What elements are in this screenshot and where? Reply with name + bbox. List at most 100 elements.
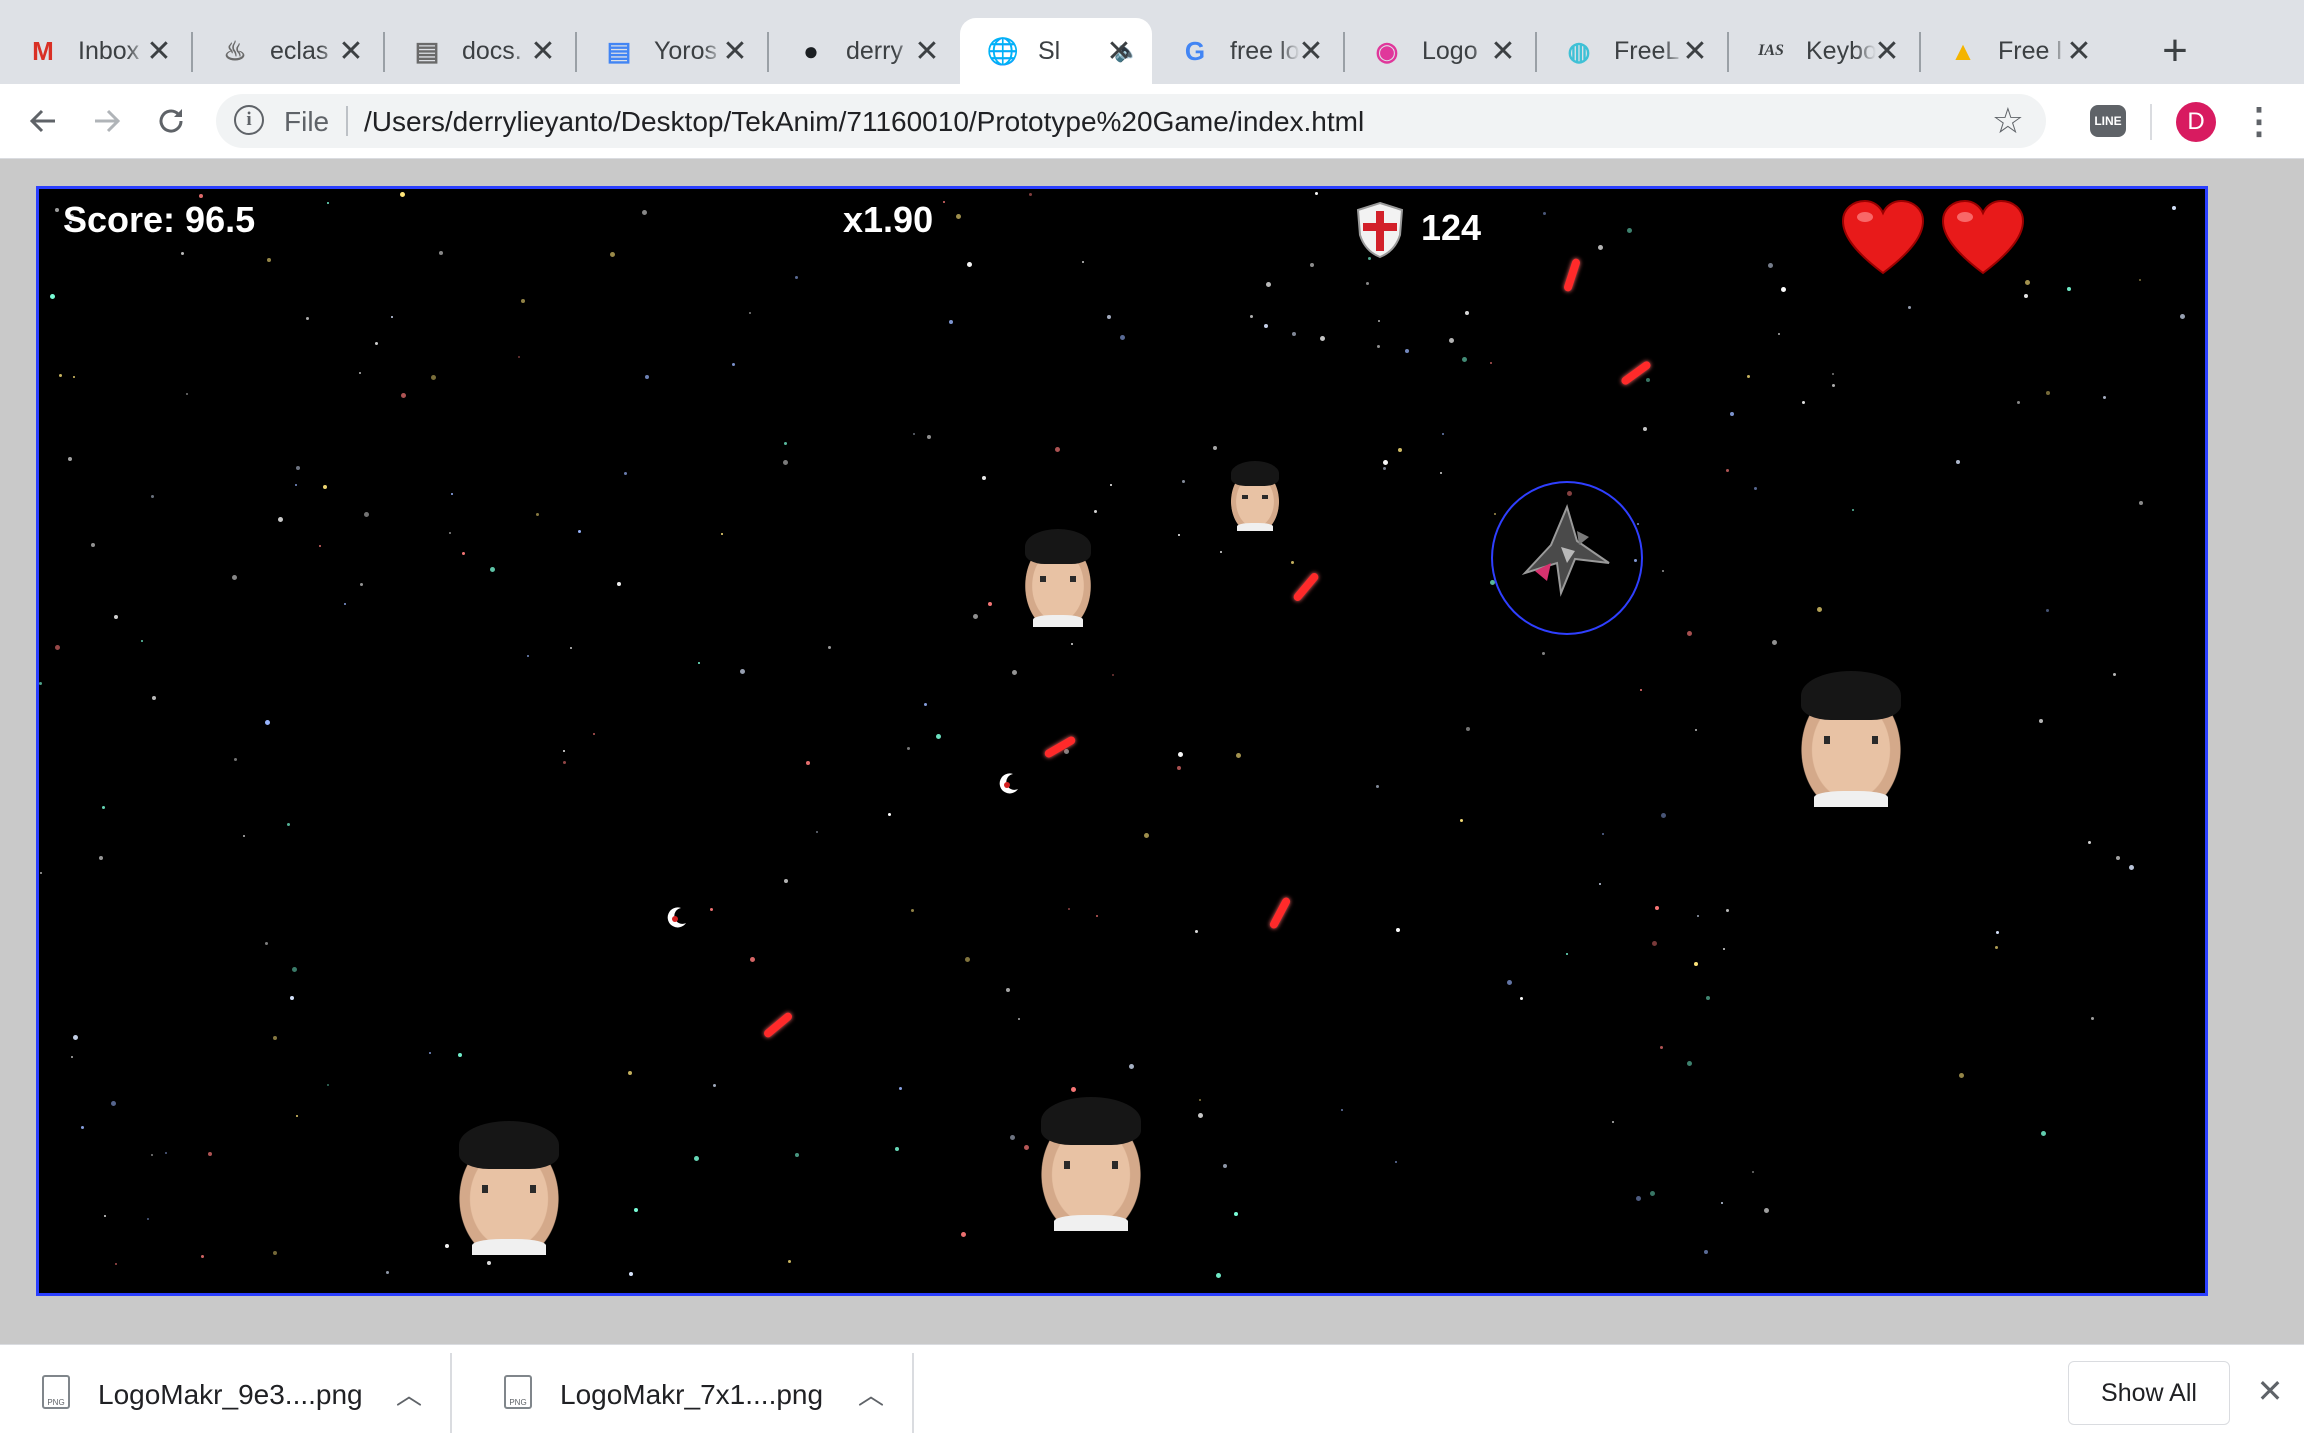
star bbox=[624, 472, 627, 475]
enemy-face bbox=[1789, 671, 1913, 808]
url-text[interactable]: /Users/derrylieyanto/Desktop/TekAnim/711… bbox=[364, 106, 1364, 138]
tab-sl[interactable]: 🌐 Sl 🔈 ✕ bbox=[960, 18, 1152, 84]
star bbox=[439, 251, 443, 255]
star bbox=[1754, 487, 1757, 490]
close-icon[interactable]: ✕ bbox=[2064, 35, 2094, 68]
star bbox=[527, 655, 529, 657]
close-icon[interactable]: ✕ bbox=[720, 35, 750, 68]
tab-derry[interactable]: ● derry ✕ bbox=[768, 18, 960, 84]
chevron-up-icon[interactable]: ︿ bbox=[858, 1375, 884, 1412]
tab-separator bbox=[1919, 32, 1921, 72]
enemy-face bbox=[1017, 529, 1099, 627]
tab-logo[interactable]: ◉ Logo ✕ bbox=[1344, 18, 1536, 84]
site-info-icon[interactable]: i bbox=[234, 105, 264, 135]
star bbox=[961, 1232, 966, 1237]
star bbox=[694, 1156, 699, 1161]
star bbox=[1006, 988, 1010, 992]
star bbox=[401, 393, 406, 398]
line-extension-icon[interactable]: LINE bbox=[2090, 105, 2126, 137]
star bbox=[927, 435, 931, 439]
close-icon[interactable]: ✕ bbox=[336, 35, 366, 68]
freelogodesign-icon: ◍ bbox=[1567, 35, 1591, 66]
star bbox=[152, 696, 156, 700]
close-icon[interactable]: ✕ bbox=[2250, 1371, 2290, 1411]
arrow-right-icon bbox=[95, 109, 121, 133]
show-all-button[interactable]: Show All bbox=[2068, 1361, 2230, 1425]
star bbox=[273, 1251, 277, 1255]
star bbox=[2017, 401, 2020, 404]
game-canvas[interactable]: Score: 96.5 x1.90 124 bbox=[36, 186, 2208, 1296]
toolbar-separator bbox=[2150, 104, 2152, 140]
close-icon[interactable]: ✕ bbox=[1680, 35, 1710, 68]
star bbox=[1082, 261, 1084, 263]
tab-free-l[interactable]: ▲ Free l ✕ bbox=[1920, 18, 2112, 84]
tab-separator bbox=[1343, 32, 1345, 72]
star bbox=[749, 312, 751, 314]
download-filename: LogoMakr_7x1....png bbox=[560, 1379, 824, 1410]
star bbox=[1995, 946, 1998, 949]
tab-yoros[interactable]: ▤ Yoros ✕ bbox=[576, 18, 768, 84]
tab-free-lo[interactable]: Gfree lo ✕ bbox=[1152, 18, 1344, 84]
tab-inbox[interactable]: M Inbox ✕ bbox=[0, 18, 192, 84]
close-icon[interactable]: ✕ bbox=[1488, 35, 1518, 68]
close-icon[interactable]: ✕ bbox=[144, 35, 174, 68]
browser-toolbar: i File /Users/derrylieyanto/Desktop/TekA… bbox=[0, 84, 2304, 159]
tab-title: eclas bbox=[270, 36, 329, 65]
star bbox=[1465, 311, 1469, 315]
tab-freel[interactable]: ◍ FreeL ✕ bbox=[1536, 18, 1728, 84]
star bbox=[1721, 1202, 1723, 1204]
star bbox=[319, 545, 321, 547]
star bbox=[1460, 819, 1463, 822]
star bbox=[1055, 447, 1060, 452]
back-button[interactable] bbox=[18, 96, 68, 146]
star bbox=[965, 957, 970, 962]
bookmark-star-icon[interactable]: ☆ bbox=[1992, 100, 2024, 142]
download-item[interactable]: PNG LogoMakr_7x1....png ︿ bbox=[462, 1345, 914, 1441]
star bbox=[1177, 766, 1181, 770]
score-display: Score: 96.5 bbox=[63, 199, 256, 240]
star bbox=[1764, 1208, 1769, 1213]
tab-title: Keybo bbox=[1806, 36, 1876, 65]
close-icon[interactable]: ✕ bbox=[528, 35, 558, 68]
star bbox=[1490, 362, 1492, 364]
star bbox=[1494, 513, 1496, 515]
star bbox=[1292, 332, 1296, 336]
star bbox=[2046, 391, 2050, 395]
reload-button[interactable] bbox=[146, 96, 196, 146]
star bbox=[1010, 1135, 1015, 1140]
reload-icon bbox=[159, 109, 183, 133]
close-icon[interactable]: ✕ bbox=[1872, 35, 1902, 68]
star bbox=[243, 835, 245, 837]
close-icon[interactable]: ✕ bbox=[912, 35, 942, 68]
forward-button[interactable] bbox=[82, 96, 132, 146]
star bbox=[1704, 1250, 1708, 1254]
profile-avatar[interactable]: D bbox=[2176, 102, 2216, 142]
star bbox=[783, 460, 788, 465]
star bbox=[1723, 948, 1725, 950]
star bbox=[1068, 908, 1070, 910]
close-icon[interactable]: ✕ bbox=[1296, 35, 1326, 68]
star bbox=[1064, 749, 1069, 754]
tab-docs[interactable]: ▤ docs. ✕ bbox=[384, 18, 576, 84]
crescent-bullet-icon bbox=[667, 907, 686, 928]
star bbox=[68, 457, 72, 461]
star bbox=[458, 1053, 462, 1057]
tab-separator bbox=[191, 32, 193, 72]
chevron-up-icon[interactable]: ︿ bbox=[396, 1375, 422, 1412]
new-tab-button[interactable]: + bbox=[2150, 26, 2200, 76]
arrow-left-icon bbox=[29, 109, 55, 133]
star bbox=[1466, 727, 1470, 731]
tab-eclas[interactable]: ♨ eclas ✕ bbox=[192, 18, 384, 84]
star bbox=[1377, 345, 1380, 348]
star bbox=[936, 734, 941, 739]
star bbox=[570, 647, 572, 649]
star bbox=[913, 433, 915, 435]
star bbox=[888, 813, 891, 816]
browser-menu-button[interactable]: ⋮ bbox=[2241, 98, 2277, 144]
tab-keybo[interactable]: IAS Keybo ✕ bbox=[1728, 18, 1920, 84]
star bbox=[1637, 523, 1639, 525]
star bbox=[323, 485, 327, 489]
download-item[interactable]: PNG LogoMakr_9e3....png ︿ bbox=[0, 1345, 452, 1441]
close-icon[interactable]: ✕ bbox=[1104, 35, 1134, 68]
address-bar[interactable]: i File /Users/derrylieyanto/Desktop/TekA… bbox=[216, 94, 2046, 148]
